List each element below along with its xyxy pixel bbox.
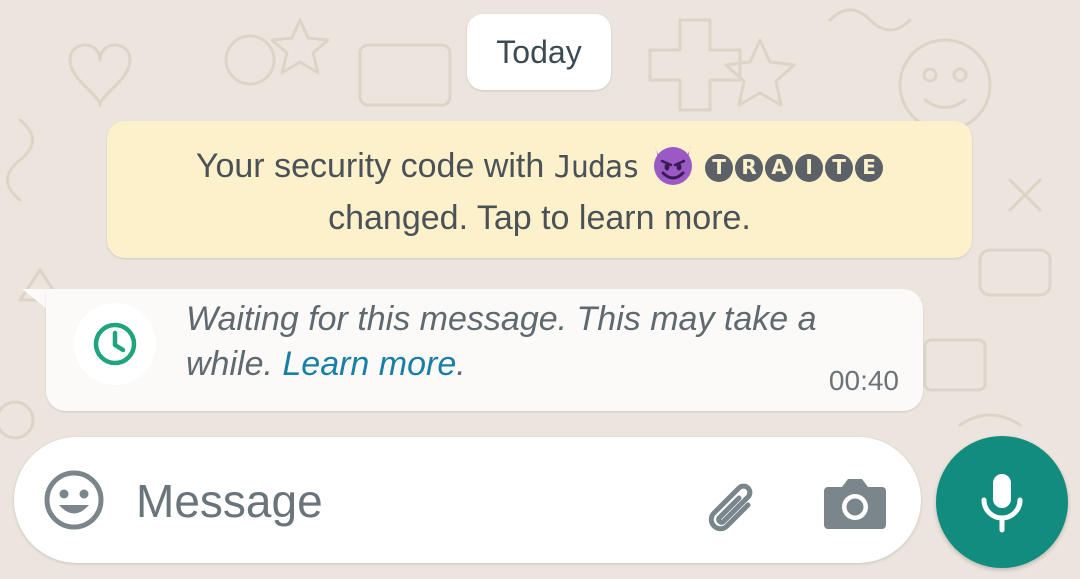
notice-line-1: Your security code with Judas TRAITE xyxy=(107,139,972,193)
message-input[interactable] xyxy=(134,457,668,545)
traite-letter: R xyxy=(735,153,764,182)
traite-letter: I xyxy=(795,153,824,182)
smiling-imp-emoji-icon xyxy=(649,139,697,187)
security-code-notice[interactable]: Your security code with Judas TRAITE cha… xyxy=(107,121,972,258)
emoji-icon xyxy=(44,470,104,530)
traite-letter: A xyxy=(765,153,794,182)
microphone-icon xyxy=(981,474,1023,533)
message-timestamp: 00:40 xyxy=(828,365,899,396)
notice-prefix: Your security code with xyxy=(195,147,554,185)
camera-button[interactable] xyxy=(822,473,888,533)
traite-letter: E xyxy=(855,153,884,182)
waiting-message-body: Waiting for this message. This may take … xyxy=(186,300,817,383)
clock-icon xyxy=(93,322,137,366)
emoji-button[interactable] xyxy=(42,468,106,532)
camera-icon xyxy=(824,479,886,529)
paperclip-icon xyxy=(708,483,753,532)
clock-badge xyxy=(74,303,156,385)
traite-letter: T xyxy=(705,153,734,182)
learn-more-link[interactable]: Learn more xyxy=(282,345,456,383)
waiting-trailing: . xyxy=(456,345,466,383)
attach-button[interactable] xyxy=(694,469,764,539)
waiting-message-text: Waiting for this message. This may take … xyxy=(186,297,906,387)
date-chip: Today xyxy=(467,14,611,90)
waiting-message-bubble: Waiting for this message. This may take … xyxy=(46,289,923,411)
traite-letter: T xyxy=(825,153,854,182)
notice-line-2: changed. Tap to learn more. xyxy=(328,199,751,237)
contact-name: Judas xyxy=(553,150,640,185)
message-composer xyxy=(14,437,921,563)
voice-record-button[interactable] xyxy=(936,436,1068,568)
